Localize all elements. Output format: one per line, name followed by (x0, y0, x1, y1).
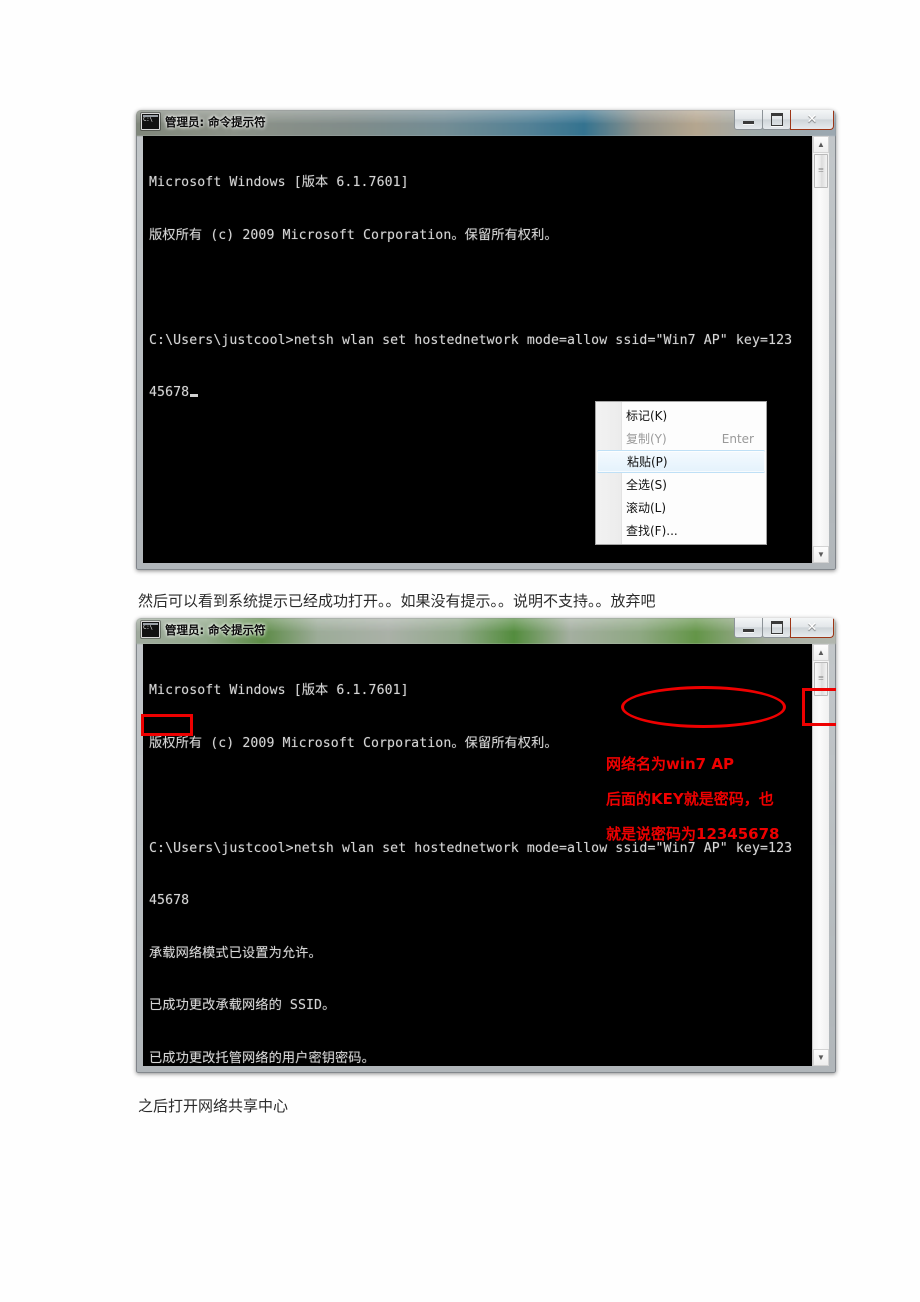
context-menu-item-paste[interactable]: 粘贴(P) (597, 450, 765, 473)
console-line: Microsoft Windows [版本 6.1.7601] (149, 683, 409, 698)
minimize-icon (735, 110, 762, 129)
titlebar-left: 管理员: 命令提示符 (141, 621, 266, 638)
console-line: C:\Users\justcool>netsh wlan set hostedn… (149, 332, 793, 348)
maximize-button[interactable] (762, 110, 791, 130)
context-menu-label: 标记(K) (626, 409, 668, 423)
console-line: 已成功更改承载网络的 SSID。 (149, 998, 336, 1013)
console-vertical-scrollbar-2[interactable]: ▲ ▼ (812, 644, 829, 1066)
console-vertical-scrollbar-1[interactable]: ▲ ▼ (812, 136, 829, 563)
context-menu-item-scroll[interactable]: 滚动(L) (596, 496, 766, 519)
maximize-button[interactable] (762, 618, 791, 638)
context-menu-label: 复制(Y) (626, 432, 667, 446)
console-line-with-caret: 45678 (149, 384, 792, 402)
paragraph-after-first-screenshot: 然后可以看到系统提示已经成功打开。。如果没有提示。。说明不支持。。放弃吧 (138, 594, 656, 610)
scroll-down-arrow-icon[interactable]: ▼ (813, 1049, 829, 1066)
console-client-area-1[interactable]: Microsoft Windows [版本 6.1.7601] 版权所有 (c)… (143, 136, 829, 563)
console-client-area-2[interactable]: Microsoft Windows [版本 6.1.7601] 版权所有 (c)… (143, 644, 829, 1066)
context-menu-label: 查找(F)... (626, 524, 678, 538)
minimize-button[interactable] (734, 618, 763, 638)
titlebar[interactable]: 管理员: 命令提示符 ✕ (136, 110, 836, 136)
context-menu-item-copy: 复制(Y) Enter (596, 427, 766, 450)
context-menu-label: 滚动(L) (626, 501, 667, 515)
console-context-menu[interactable]: 标记(K) 复制(Y) Enter 粘贴(P) 全选(S) 滚动(L) 查找(F… (595, 401, 767, 545)
window-title: 管理员: 命令提示符 (165, 622, 266, 637)
annotation-note-line-3: 就是说密码为12345678 (606, 825, 780, 843)
close-button[interactable]: ✕ (790, 110, 834, 130)
console-output-2: Microsoft Windows [版本 6.1.7601] 版权所有 (c)… (149, 647, 792, 1066)
context-menu-accelerator: Enter (721, 431, 754, 446)
minimize-button[interactable] (734, 110, 763, 130)
console-line: Microsoft Windows [版本 6.1.7601] (149, 175, 409, 190)
context-menu-label: 粘贴(P) (627, 455, 668, 469)
annotation-note-line-2: 后面的KEY就是密码，也 (606, 790, 774, 808)
close-icon: ✕ (806, 620, 818, 635)
annotation-note-line-1: 网络名为win7 AP (606, 755, 734, 773)
console-line: 45678 (149, 893, 190, 908)
maximize-icon (763, 618, 790, 637)
context-menu-item-find[interactable]: 查找(F)... (596, 519, 766, 542)
context-menu-item-select-all[interactable]: 全选(S) (596, 473, 766, 496)
titlebar-left: 管理员: 命令提示符 (141, 113, 266, 130)
scroll-down-arrow-icon[interactable]: ▼ (813, 546, 829, 563)
command-prompt-window-1[interactable]: 管理员: 命令提示符 ✕ (136, 110, 836, 570)
maximize-icon (763, 110, 790, 129)
close-button[interactable]: ✕ (790, 618, 834, 638)
cmd-console-icon (141, 621, 160, 638)
cmd-console-icon (141, 113, 160, 130)
text-caret (190, 394, 199, 397)
command-prompt-window-2[interactable]: 管理员: 命令提示符 ✕ (136, 618, 836, 1073)
console-line-text: 45678 (149, 385, 190, 400)
context-menu-label: 全选(S) (626, 478, 667, 492)
console-output-1: Microsoft Windows [版本 6.1.7601] 版权所有 (c)… (149, 139, 792, 437)
titlebar[interactable]: 管理员: 命令提示符 ✕ (136, 618, 836, 644)
scroll-up-arrow-icon[interactable]: ▲ (813, 136, 829, 153)
context-menu-item-mark[interactable]: 标记(K) (596, 404, 766, 427)
scroll-up-arrow-icon[interactable]: ▲ (813, 644, 829, 661)
minimize-icon (735, 618, 762, 637)
scrollbar-thumb[interactable] (814, 662, 828, 696)
window-controls[interactable]: ✕ (734, 618, 834, 638)
paragraph-after-second-screenshot: 之后打开网络共享中心 (138, 1099, 289, 1115)
console-line: 承载网络模式已设置为允许。 (149, 945, 322, 961)
close-icon: ✕ (806, 112, 818, 127)
console-line: 已成功更改托管网络的用户密钥密码。 (149, 1050, 375, 1066)
scrollbar-thumb[interactable] (814, 154, 828, 188)
window-title: 管理员: 命令提示符 (165, 114, 266, 129)
window-controls[interactable]: ✕ (734, 110, 834, 130)
document-page: 管理员: 命令提示符 ✕ (0, 0, 920, 1302)
console-line: 版权所有 (c) 2009 Microsoft Corporation。保留所有… (149, 227, 558, 243)
